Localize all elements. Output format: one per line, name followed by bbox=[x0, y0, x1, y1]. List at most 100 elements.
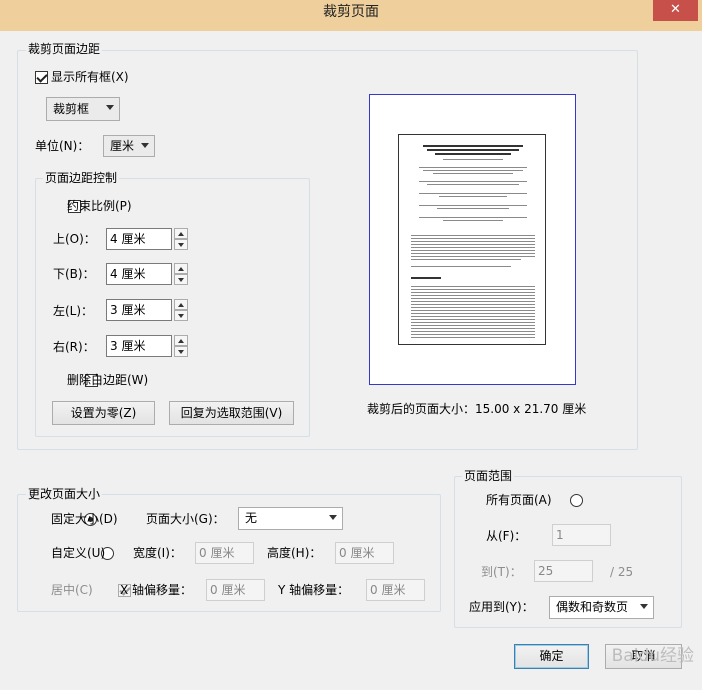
show-all-boxes-label[interactable]: 显示所有框(X) bbox=[51, 69, 129, 85]
preview-text-line bbox=[411, 307, 535, 308]
page-from-label[interactable]: 从(F)： bbox=[486, 528, 526, 544]
margin-control-legend: 页面边距控制 bbox=[43, 171, 120, 185]
top-margin-input[interactable]: 4 厘米 bbox=[106, 228, 172, 250]
preview-text-line bbox=[443, 159, 503, 160]
page-preview bbox=[369, 94, 576, 385]
apply-to-select[interactable]: 偶数和奇数页 bbox=[549, 596, 654, 619]
preview-text-line bbox=[411, 322, 535, 323]
preview-title-line bbox=[427, 149, 519, 151]
spin-down-icon[interactable] bbox=[174, 346, 188, 357]
ok-button[interactable]: 确定 bbox=[514, 644, 589, 669]
spin-up-icon[interactable] bbox=[174, 335, 188, 346]
preview-text-line bbox=[423, 170, 523, 171]
preview-text-line bbox=[433, 173, 513, 174]
preview-text-line bbox=[411, 316, 535, 317]
preview-text-line bbox=[411, 337, 535, 338]
preview-text-line bbox=[411, 292, 535, 293]
right-margin-input[interactable]: 3 厘米 bbox=[106, 335, 172, 357]
unit-value: 厘米 bbox=[110, 139, 135, 153]
preview-text-line bbox=[411, 238, 535, 239]
crop-margins-legend: 裁剪页面边距 bbox=[26, 42, 103, 56]
preview-text-line bbox=[411, 253, 535, 254]
spin-down-icon[interactable] bbox=[174, 310, 188, 321]
preview-text-line bbox=[443, 220, 503, 221]
right-margin-spinner[interactable] bbox=[174, 335, 188, 357]
spin-down-icon[interactable] bbox=[174, 274, 188, 285]
page-size-label: 页面大小(G)： bbox=[146, 512, 225, 526]
apply-to-label: 应用到(Y)： bbox=[469, 600, 534, 614]
preview-text-line bbox=[411, 319, 535, 320]
preview-text-line bbox=[419, 217, 527, 218]
top-margin-label: 上(O)： bbox=[53, 232, 96, 246]
top-margin-spinner[interactable] bbox=[174, 228, 188, 250]
show-all-boxes-checkbox[interactable] bbox=[35, 71, 48, 84]
preview-text-line bbox=[411, 256, 535, 257]
fixed-size-label[interactable]: 固定大小(D) bbox=[51, 511, 118, 527]
page-size-select[interactable]: 无 bbox=[238, 507, 343, 530]
preview-text-line bbox=[437, 208, 509, 209]
unit-label: 单位(N)： bbox=[35, 139, 90, 153]
preview-text-line bbox=[411, 235, 535, 236]
preview-heading-line bbox=[411, 277, 441, 279]
dialog-title: 裁剪页面 bbox=[323, 4, 379, 20]
preview-text-line bbox=[411, 310, 535, 311]
chevron-down-icon bbox=[329, 515, 337, 520]
preview-text-line bbox=[419, 193, 527, 194]
height-input[interactable]: 0 厘米 bbox=[335, 542, 394, 564]
center-label[interactable]: 居中(C) bbox=[51, 582, 93, 598]
revert-to-selection-button[interactable]: 回复为选取范围(V) bbox=[169, 401, 294, 425]
preview-text-line bbox=[439, 196, 507, 197]
remove-white-margins-label[interactable]: 删除白边距(W) bbox=[67, 372, 148, 388]
chevron-down-icon bbox=[141, 143, 149, 148]
page-range-legend: 页面范围 bbox=[462, 469, 515, 483]
page-to-label: 到(T)： bbox=[481, 565, 522, 579]
custom-size-label[interactable]: 自定义(U) bbox=[51, 545, 105, 561]
bottom-margin-input[interactable]: 4 厘米 bbox=[106, 263, 172, 285]
all-pages-radio[interactable] bbox=[569, 494, 583, 507]
close-icon: ✕ bbox=[670, 2, 681, 17]
spin-down-icon[interactable] bbox=[174, 239, 188, 250]
chevron-down-icon bbox=[106, 105, 114, 110]
spin-up-icon[interactable] bbox=[174, 299, 188, 310]
preview-text-line bbox=[411, 313, 535, 314]
unit-select[interactable]: 厘米 bbox=[103, 135, 155, 157]
left-margin-spinner[interactable] bbox=[174, 299, 188, 321]
preview-text-line bbox=[411, 295, 535, 296]
page-from-input[interactable]: 1 bbox=[552, 524, 611, 546]
box-type-select[interactable]: 裁剪框 bbox=[46, 97, 120, 121]
right-margin-label: 右(R)： bbox=[53, 340, 95, 354]
dialog-body: 裁剪页面边距 显示所有框(X) 裁剪框 单位(N)： 厘米 页面边距控制 约束比… bbox=[7, 31, 695, 683]
spin-up-icon[interactable] bbox=[174, 263, 188, 274]
spin-up-icon[interactable] bbox=[174, 228, 188, 239]
bottom-margin-spinner[interactable] bbox=[174, 263, 188, 285]
preview-text-line bbox=[411, 301, 535, 302]
page-to-input[interactable]: 25 bbox=[534, 560, 593, 582]
preview-text-line bbox=[427, 184, 519, 185]
preview-text-line bbox=[411, 259, 521, 260]
set-to-zero-button[interactable]: 设置为零(Z) bbox=[52, 401, 155, 425]
page-size-value: 无 bbox=[245, 511, 258, 525]
y-offset-label: Y 轴偏移量： bbox=[278, 583, 350, 597]
x-offset-label: X 轴偏移量： bbox=[120, 583, 193, 597]
width-label: 宽度(I)： bbox=[133, 546, 182, 560]
preview-text-line bbox=[419, 205, 527, 206]
chevron-down-icon bbox=[640, 604, 648, 609]
constrain-proportions-label[interactable]: 约束比例(P) bbox=[67, 198, 132, 214]
preview-text-line bbox=[419, 181, 527, 182]
y-offset-input[interactable]: 0 厘米 bbox=[366, 579, 425, 601]
x-offset-input[interactable]: 0 厘米 bbox=[206, 579, 265, 601]
preview-text-line bbox=[411, 328, 535, 329]
preview-title-line bbox=[435, 153, 511, 155]
preview-text-line bbox=[411, 286, 535, 287]
all-pages-label[interactable]: 所有页面(A) bbox=[486, 492, 552, 508]
height-label: 高度(H)： bbox=[267, 546, 322, 560]
change-page-size-legend: 更改页面大小 bbox=[26, 487, 103, 501]
crop-pages-dialog: 裁剪页面 ✕ 裁剪页面边距 显示所有框(X) 裁剪框 单位(N)： 厘米 页面边… bbox=[0, 0, 702, 690]
preview-text-line bbox=[411, 304, 535, 305]
width-input[interactable]: 0 厘米 bbox=[195, 542, 254, 564]
total-pages-text: / 25 bbox=[610, 565, 634, 579]
preview-text-line bbox=[411, 331, 535, 332]
title-bar[interactable]: 裁剪页面 ✕ bbox=[0, 0, 702, 31]
close-button[interactable]: ✕ bbox=[653, 0, 698, 21]
left-margin-input[interactable]: 3 厘米 bbox=[106, 299, 172, 321]
